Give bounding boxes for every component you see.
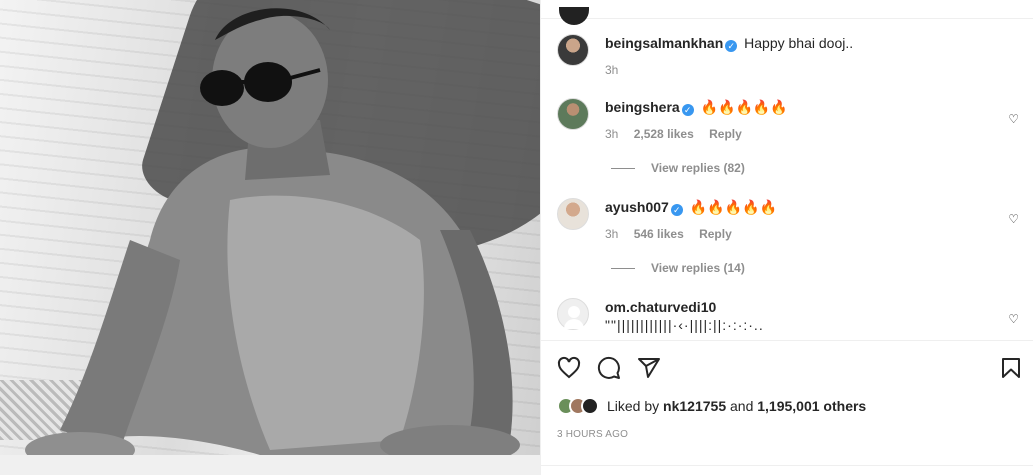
post-timestamp[interactable]: 3 HOURS AGO [557,429,628,440]
comment-username[interactable]: om.chaturvedi10 [605,299,716,315]
comment-likes[interactable]: 2,528 likes [634,127,694,141]
view-replies-button[interactable]: View replies (82) [611,161,745,175]
comment-item: om.chaturvedi10 ""||||||||||||·‹·||||:||… [557,298,1019,334]
comment-text: ""||||||||||||·‹·||||:||:·:·:·.. [605,317,764,333]
liked-by-prefix: Liked by [607,398,660,414]
reply-button[interactable]: Reply [709,127,742,141]
replies-dash [611,268,635,270]
comment-avatar[interactable] [557,298,589,330]
liked-by: Liked by nk121755 and 1,195,001 others [557,397,866,415]
replies-dash [611,168,635,170]
liked-by-avatars[interactable] [557,397,599,415]
caption-username[interactable]: beingsalmankhan [605,35,723,51]
comment-username[interactable]: ayush007 [605,199,669,215]
liked-by-and: and [730,398,754,414]
comment-time[interactable]: 3h [605,227,618,241]
comment-item: ayush007 ✓ 🔥🔥🔥🔥🔥 3h 546 likes Reply ♡ [557,198,1019,243]
heart-icon[interactable] [557,356,581,380]
caption-text: Happy bhai dooj.. [744,35,854,51]
comment-avatar[interactable] [557,98,589,130]
view-replies-label: View replies (82) [651,161,745,175]
comment-like-icon[interactable]: ♡ [1008,112,1019,126]
liked-by-user[interactable]: nk121755 [663,398,726,414]
comment-avatar[interactable] [557,198,589,230]
header-avatar[interactable] [559,7,589,25]
verified-badge-icon: ✓ [681,104,694,116]
post-caption: beingsalmankhan ✓ Happy bhai dooj.. 3h [557,34,1019,79]
liked-by-others[interactable]: 1,195,001 others [757,398,866,414]
comment-text: 🔥🔥🔥🔥🔥 [689,199,777,215]
comment-likes[interactable]: 546 likes [634,227,684,241]
reply-button[interactable]: Reply [699,227,732,241]
post-photo[interactable] [0,0,540,475]
post-actions: Liked by nk121755 and 1,195,001 others 3… [541,340,1033,475]
caption-time[interactable]: 3h [605,63,618,77]
comment-username[interactable]: beingshera [605,99,680,115]
comment-icon[interactable] [597,356,621,380]
verified-badge-icon: ✓ [725,40,738,52]
comment-like-icon[interactable]: ♡ [1008,212,1019,226]
photo-figure [0,8,540,475]
comment-item: beingshera ✓ 🔥🔥🔥🔥🔥 3h 2,528 likes Reply ♡ [557,98,1019,143]
header-divider [541,7,1033,25]
liker-avatar [581,397,599,415]
share-icon[interactable] [637,356,661,380]
bookmark-icon[interactable] [999,356,1023,380]
comment-time[interactable]: 3h [605,127,618,141]
verified-badge-icon: ✓ [670,204,683,216]
comment-like-icon[interactable]: ♡ [1008,312,1019,326]
footer-divider [541,465,1033,466]
comment-text: 🔥🔥🔥🔥🔥 [700,99,788,115]
caption-avatar[interactable] [557,34,589,66]
view-replies-label: View replies (14) [651,261,745,275]
view-replies-button[interactable]: View replies (14) [611,261,745,275]
comments-panel: beingsalmankhan ✓ Happy bhai dooj.. 3h be… [540,0,1033,475]
